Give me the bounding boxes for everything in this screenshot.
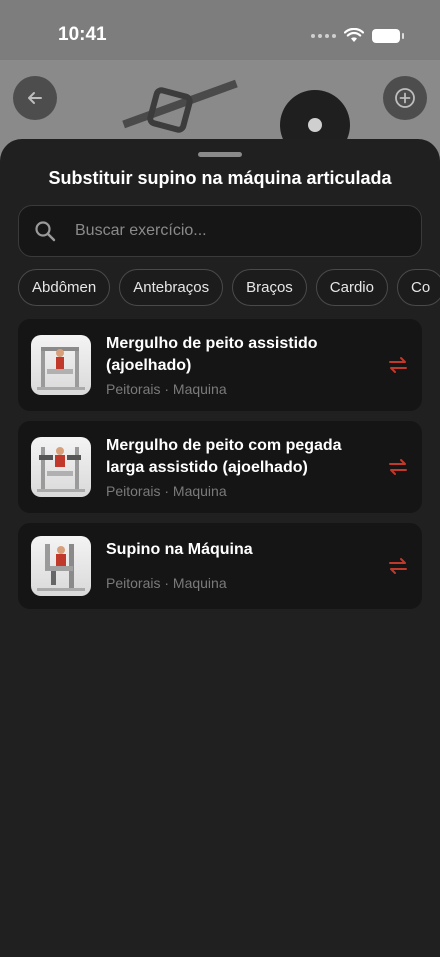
exercise-subtitle: Peitorais · Maquina [106, 381, 227, 397]
list-item[interactable]: Mergulho de peito assistido (ajoelhado) … [18, 319, 422, 411]
sheet-title: Substituir supino na máquina articulada [48, 168, 392, 188]
exercise-thumbnail [31, 335, 91, 395]
swap-icon[interactable] [387, 557, 409, 575]
chip-cardio[interactable]: Cardio [315, 269, 388, 306]
search-input[interactable] [75, 222, 375, 240]
chip-abdomen[interactable]: Abdômen [18, 269, 111, 306]
exercise-thumbnail [31, 536, 91, 596]
status-time: 10:41 [58, 24, 107, 45]
status-icons [311, 28, 404, 43]
plus-circle-icon [395, 88, 415, 108]
search-icon [35, 221, 56, 242]
list-item[interactable]: Supino na Máquina Peitorais · Maquina [18, 523, 422, 609]
search-field[interactable] [18, 205, 422, 257]
chip-antebracos[interactable]: Antebraços [119, 269, 224, 306]
sheet-grabber[interactable] [198, 152, 242, 157]
add-button[interactable] [383, 76, 427, 120]
exercise-thumbnail [31, 437, 91, 497]
substitute-exercise-sheet: Substituir supino na máquina articulada … [0, 139, 440, 957]
wifi-icon [344, 28, 364, 42]
list-item[interactable]: Mergulho de peito com pegada larga assis… [18, 421, 422, 513]
chip-co[interactable]: Co [396, 269, 440, 306]
exercise-title: Mergulho de peito assistido (ajoelhado) [106, 335, 318, 374]
exercise-subtitle: Peitorais · Maquina [106, 483, 227, 499]
back-button[interactable] [13, 76, 57, 120]
arrow-left-icon [28, 92, 42, 104]
exercise-title: Mergulho de peito com pegada larga assis… [106, 437, 342, 476]
exercise-subtitle: Peitorais · Maquina [106, 575, 227, 591]
muscle-filter-chips: Abdômen Antebraços Braços Cardio Co [18, 269, 440, 307]
swap-icon[interactable] [387, 356, 409, 374]
swap-icon[interactable] [387, 458, 409, 476]
hero-frame-shape [145, 85, 195, 135]
chip-bracos[interactable]: Braços [232, 269, 307, 306]
battery-icon [372, 28, 404, 43]
signal-icon [311, 33, 336, 38]
exercise-title: Supino na Máquina [106, 541, 253, 558]
status-bar: 10:41 [0, 0, 440, 60]
